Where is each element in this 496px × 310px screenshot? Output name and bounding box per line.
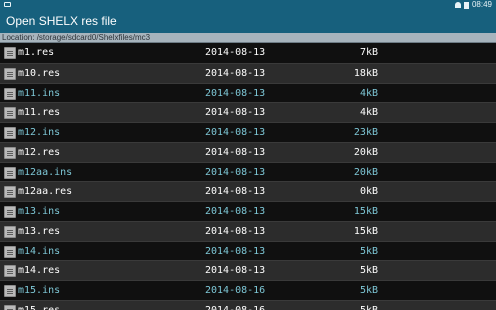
file-name: m1.res xyxy=(18,47,55,58)
file-name: m12aa.ins xyxy=(18,166,73,178)
file-row[interactable]: m15.ins 2014-08-16 5kB xyxy=(0,280,496,300)
file-date: 2014-08-13 xyxy=(205,265,266,277)
document-icon xyxy=(4,107,16,120)
file-name: m14.res xyxy=(18,265,61,277)
file-name: m12aa.res xyxy=(18,186,73,198)
file-date: 2014-08-13 xyxy=(205,107,266,119)
file-row[interactable]: m15.res 2014-08-16 5kB xyxy=(0,299,496,310)
document-icon xyxy=(4,67,16,80)
document-icon xyxy=(4,285,16,297)
file-row[interactable]: m14.ins 2014-08-13 5kB xyxy=(0,240,496,261)
file-name: m10.res xyxy=(18,67,61,79)
file-name: m12.ins xyxy=(18,127,61,138)
file-row[interactable]: m14.res 2014-08-13 5kB xyxy=(0,260,496,280)
document-icon xyxy=(4,206,16,218)
document-icon xyxy=(4,265,16,278)
document-icon xyxy=(4,127,16,139)
document-icon xyxy=(4,47,16,59)
file-date: 2014-08-13 xyxy=(205,47,266,58)
file-size: 5kB xyxy=(360,301,378,310)
file-size: 7kB xyxy=(359,47,378,58)
document-icon xyxy=(4,186,16,199)
document-icon xyxy=(4,245,16,258)
file-size: 20kB xyxy=(353,146,378,158)
file-row[interactable]: m12.ins 2014-08-13 23kB xyxy=(0,122,496,142)
file-date: 2014-08-13 xyxy=(205,127,266,138)
notification-icon xyxy=(4,2,11,7)
file-row[interactable]: m11.res 2014-08-13 4kB xyxy=(0,102,496,122)
document-icon xyxy=(4,225,16,238)
document-icon xyxy=(4,166,16,179)
file-size: 15kB xyxy=(353,225,378,237)
file-name: m11.ins xyxy=(18,87,61,99)
status-icons: 08:49 xyxy=(454,0,492,10)
file-name: m11.res xyxy=(18,107,61,119)
file-date: 2014-08-13 xyxy=(205,67,266,79)
file-row[interactable]: m12aa.res 2014-08-13 0kB xyxy=(0,181,496,201)
file-size: 0kB xyxy=(359,186,378,198)
file-row[interactable]: m13.res 2014-08-13 15kB xyxy=(0,220,496,241)
file-date: 2014-08-13 xyxy=(205,186,266,198)
file-size: 23kB xyxy=(353,127,378,138)
document-icon xyxy=(4,304,16,310)
file-row[interactable]: m13.ins 2014-08-13 15kB xyxy=(0,201,496,221)
file-size: 4kB xyxy=(359,87,378,99)
file-size: 4kB xyxy=(359,107,378,119)
file-size: 5kB xyxy=(359,245,378,257)
file-size: 18kB xyxy=(353,67,378,79)
file-size: 5kB xyxy=(359,285,378,296)
file-date: 2014-08-13 xyxy=(205,245,266,257)
file-size: 5kB xyxy=(359,265,378,277)
file-row[interactable]: m10.res 2014-08-13 18kB xyxy=(0,62,496,83)
file-name: m13.ins xyxy=(18,206,61,217)
file-date: 2014-08-16 xyxy=(205,301,265,310)
file-row[interactable]: m12.res 2014-08-13 20kB xyxy=(0,141,496,162)
file-name: m14.ins xyxy=(18,245,61,257)
wifi-icon xyxy=(454,2,461,8)
location-path: Location: /storage/sdcard0/Shelxfiles/mc… xyxy=(0,33,496,43)
status-time: 08:49 xyxy=(471,0,492,9)
file-name: m15.res xyxy=(18,301,60,310)
document-icon xyxy=(4,87,16,100)
file-date: 2014-08-13 xyxy=(205,225,266,237)
file-name: m15.ins xyxy=(18,285,61,296)
document-icon xyxy=(4,146,16,159)
file-date: 2014-08-13 xyxy=(205,166,266,178)
file-size: 15kB xyxy=(353,206,378,217)
dialog-title: Open SHELX res file xyxy=(6,14,117,28)
file-date: 2014-08-13 xyxy=(205,206,266,217)
file-date: 2014-08-13 xyxy=(205,146,266,158)
file-name: m12.res xyxy=(18,146,61,158)
file-date: 2014-08-16 xyxy=(205,285,266,296)
file-row[interactable]: m1.res 2014-08-13 7kB xyxy=(0,43,496,63)
battery-icon xyxy=(463,1,469,9)
file-date: 2014-08-13 xyxy=(205,87,266,99)
file-name: m13.res xyxy=(18,225,61,237)
status-bar: 08:49 xyxy=(0,0,496,10)
file-row[interactable]: m11.ins 2014-08-13 4kB xyxy=(0,82,496,103)
file-size: 20kB xyxy=(353,166,378,178)
title-bar: Open SHELX res file xyxy=(0,10,496,33)
file-list[interactable]: m1.res 2014-08-13 7kB m10.res 2014-08-13 18kB… xyxy=(0,43,496,310)
file-row[interactable]: m12aa.ins 2014-08-13 20kB xyxy=(0,161,496,182)
